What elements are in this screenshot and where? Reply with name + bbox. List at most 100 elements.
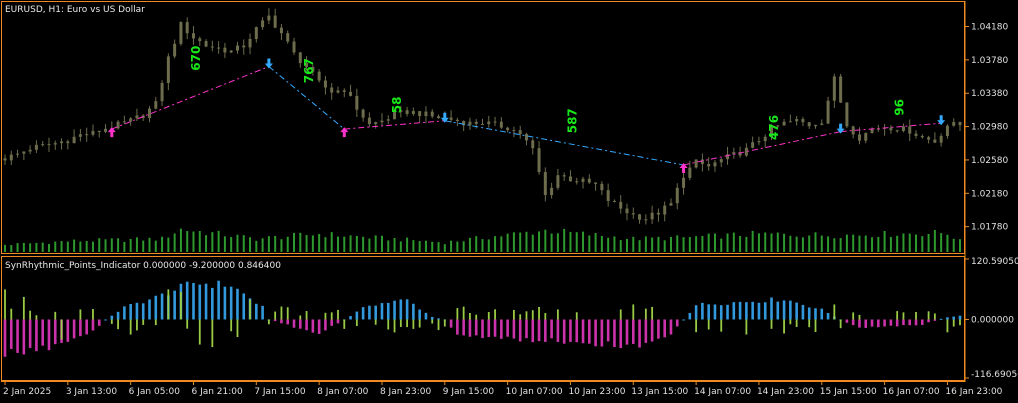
candle-body xyxy=(568,176,572,182)
volume-bar xyxy=(305,235,308,252)
candle-body xyxy=(958,122,962,126)
points-label: 670 xyxy=(189,46,203,71)
candle-body xyxy=(788,121,792,123)
oscillator-bar xyxy=(16,319,19,353)
time-tick-label: 6 Jan 21:00 xyxy=(191,387,243,397)
time-tick-label: 2 Jan 2025 xyxy=(3,387,51,397)
volume-bar xyxy=(619,240,622,252)
volume-bar xyxy=(154,240,157,252)
candle-body xyxy=(430,111,434,117)
volume-bar xyxy=(393,238,396,252)
signal-bar xyxy=(412,319,415,329)
volume-bar xyxy=(355,235,358,252)
volume-bar xyxy=(148,237,151,252)
candle-body xyxy=(537,148,541,173)
candle-body xyxy=(405,110,409,114)
candle-body xyxy=(3,158,7,161)
volume-bar xyxy=(871,237,874,252)
oscillator-bar xyxy=(211,287,214,320)
volume-bar xyxy=(638,240,641,252)
time-tick-label: 3 Jan 13:00 xyxy=(66,387,118,397)
oscillator-bar xyxy=(223,286,227,320)
volume-bar xyxy=(569,231,572,252)
volume-bar xyxy=(701,235,704,252)
oscillator-bar xyxy=(688,312,692,320)
oscillator-bar xyxy=(317,319,321,334)
trading-chart[interactable]: 670 767 58 587 476 96 1.04180 1.03780 1.03380 1.… xyxy=(0,0,1018,403)
oscillator-bar xyxy=(757,302,761,320)
volume-bar xyxy=(801,237,804,252)
candle-body xyxy=(229,50,233,53)
candle-body xyxy=(292,41,296,53)
volume-bar xyxy=(494,236,497,252)
candle-body xyxy=(53,143,57,145)
signal-bar xyxy=(4,289,6,320)
oscillator-bar xyxy=(807,307,811,320)
volume-bar xyxy=(695,236,698,252)
volume-bar xyxy=(16,243,19,252)
volume-bar xyxy=(462,241,465,252)
signal-bar xyxy=(695,319,698,333)
candle-body xyxy=(104,128,108,132)
signal-bar xyxy=(274,311,277,320)
candle-body xyxy=(518,130,522,135)
oscillator-bar xyxy=(456,319,459,335)
volume-bar xyxy=(481,239,484,252)
volume-bar xyxy=(468,237,471,252)
volume-bar xyxy=(110,238,113,252)
oscillator-bar xyxy=(625,319,629,345)
candle-body xyxy=(895,130,899,132)
volume-bar xyxy=(940,233,943,252)
signal-bar xyxy=(494,309,496,320)
candle-body xyxy=(813,124,817,127)
oscillator-bar xyxy=(273,319,277,322)
volume-bar xyxy=(789,235,792,252)
volume-bar xyxy=(783,233,786,252)
oscillator-bar xyxy=(801,304,805,320)
candle-body xyxy=(323,80,327,88)
volume-bar xyxy=(487,239,490,252)
oscillator-bar xyxy=(889,319,893,326)
candle-body xyxy=(34,144,38,150)
oscillator-bar xyxy=(770,297,773,320)
oscillator-bar xyxy=(544,319,547,342)
oscillator-bar xyxy=(311,319,315,333)
volume-bar xyxy=(198,231,201,252)
volume-bar xyxy=(764,232,767,252)
candle-body xyxy=(669,203,673,206)
osc-tick-label: 120.590500 xyxy=(971,257,1018,267)
oscillator-bar xyxy=(619,319,623,349)
volume-bar xyxy=(380,235,383,252)
volume-bar xyxy=(362,236,365,252)
oscillator-bar xyxy=(305,319,308,331)
oscillator-bar xyxy=(789,300,792,320)
volume-bar xyxy=(374,235,377,252)
oscillator-bar xyxy=(173,290,176,320)
volume-bar xyxy=(22,242,25,252)
time-tick-label: 7 Jan 15:00 xyxy=(254,387,306,397)
candle-body xyxy=(820,123,824,125)
candle-body xyxy=(939,135,943,143)
oscillator-bar xyxy=(870,319,874,327)
signal-bar xyxy=(927,311,930,320)
volume-bar xyxy=(506,233,509,252)
volume-bar xyxy=(556,233,559,252)
candle-body xyxy=(85,134,89,136)
oscillator-bar xyxy=(97,319,101,326)
volume-bar xyxy=(927,233,930,252)
candle-body xyxy=(675,187,679,204)
oscillator-bar xyxy=(675,319,679,327)
oscillator-bar xyxy=(22,319,26,355)
oscillator-bar xyxy=(493,319,497,337)
candle-body xyxy=(223,47,227,53)
oscillator-bar xyxy=(324,319,327,331)
candle-body xyxy=(279,27,283,34)
oscillator-bar xyxy=(462,319,465,336)
candle-body xyxy=(217,47,221,49)
candle-body xyxy=(656,212,660,215)
volume-bar xyxy=(707,233,710,252)
oscillator-bar xyxy=(72,319,76,339)
candle-body xyxy=(499,121,503,128)
volume-bar xyxy=(594,233,597,252)
signal-bar xyxy=(167,289,170,320)
